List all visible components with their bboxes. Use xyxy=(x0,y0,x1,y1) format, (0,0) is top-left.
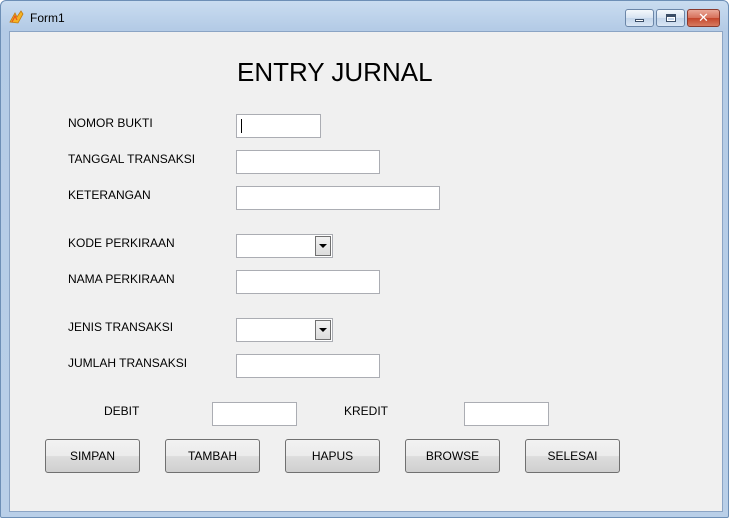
jumlah-transaksi-input[interactable] xyxy=(236,354,380,378)
title-bar[interactable]: Form1 ✕ xyxy=(1,1,728,31)
debit-input[interactable] xyxy=(212,402,297,426)
selesai-button[interactable]: SELESAI xyxy=(525,439,620,473)
keterangan-label: KETERANGAN xyxy=(68,188,151,202)
tambah-button[interactable]: TAMBAH xyxy=(165,439,260,473)
kredit-label: KREDIT xyxy=(344,404,389,418)
kode-perkiraan-dropdown-button[interactable] xyxy=(315,236,331,256)
minimize-icon xyxy=(635,19,644,22)
tanggal-transaksi-label: TANGGAL TRANSAKSI xyxy=(68,152,196,166)
nama-perkiraan-input[interactable] xyxy=(236,270,380,294)
caption-buttons: ✕ xyxy=(623,9,720,27)
kredit-input[interactable] xyxy=(464,402,549,426)
app-icon xyxy=(9,10,24,24)
form-client-area: ENTRY JURNAL NOMOR BUKTI TANGGAL TRANSAK… xyxy=(9,31,723,512)
hapus-button[interactable]: HAPUS xyxy=(285,439,380,473)
debit-label: DEBIT xyxy=(104,404,140,418)
browse-button[interactable]: BROWSE xyxy=(405,439,500,473)
form-heading: ENTRY JURNAL xyxy=(237,57,433,87)
maximize-icon xyxy=(665,14,676,22)
simpan-button[interactable]: SIMPAN xyxy=(45,439,140,473)
close-icon: ✕ xyxy=(698,10,709,26)
minimize-button[interactable] xyxy=(625,9,654,27)
nomor-bukti-label: NOMOR BUKTI xyxy=(68,116,153,130)
close-button[interactable]: ✕ xyxy=(687,9,720,27)
jenis-transaksi-dropdown-button[interactable] xyxy=(315,320,331,340)
keterangan-input[interactable] xyxy=(236,186,440,210)
kode-perkiraan-combo[interactable] xyxy=(236,234,333,258)
jenis-transaksi-label: JENIS TRANSAKSI xyxy=(68,320,174,334)
kode-perkiraan-label: KODE PERKIRAAN xyxy=(68,236,175,250)
text-caret xyxy=(241,119,242,133)
window-title: Form1 xyxy=(30,11,65,25)
maximize-button[interactable] xyxy=(656,9,685,27)
jenis-transaksi-combo[interactable] xyxy=(236,318,333,342)
chevron-down-icon xyxy=(319,328,327,332)
nama-perkiraan-label: NAMA PERKIRAAN xyxy=(68,272,175,286)
nomor-bukti-input[interactable] xyxy=(236,114,321,138)
tanggal-transaksi-input[interactable] xyxy=(236,150,380,174)
app-window: Form1 ✕ ENTRY JURNAL NOMOR BUKTI TANGGAL… xyxy=(0,0,729,518)
chevron-down-icon xyxy=(319,244,327,248)
jumlah-transaksi-label: JUMLAH TRANSAKSI xyxy=(68,356,188,370)
